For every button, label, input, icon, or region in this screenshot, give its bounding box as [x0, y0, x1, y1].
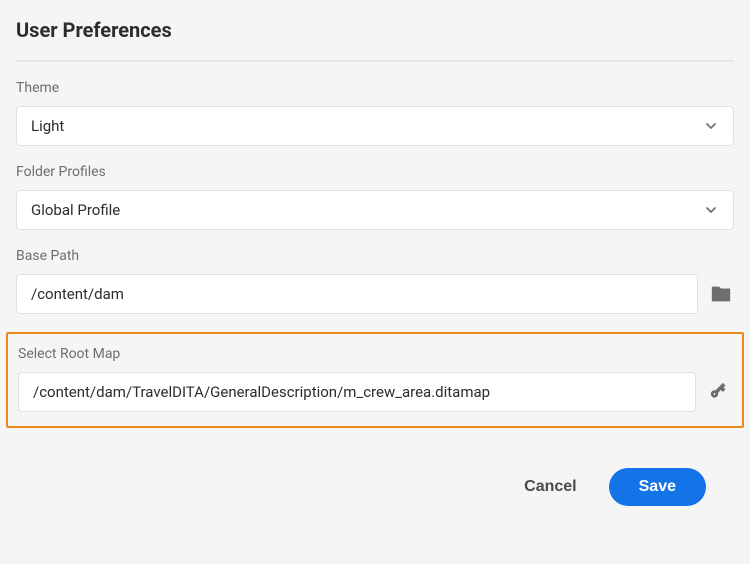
browse-folder-button[interactable]	[708, 281, 734, 307]
cancel-button[interactable]: Cancel	[520, 470, 580, 504]
save-button[interactable]: Save	[609, 468, 706, 506]
root-map-input[interactable]: /content/dam/TravelDITA/GeneralDescripti…	[18, 372, 696, 412]
select-key-button[interactable]	[706, 379, 732, 405]
chevron-down-icon	[703, 202, 719, 218]
folder-profiles-value: Global Profile	[31, 201, 120, 219]
root-map-value: /content/dam/TravelDITA/GeneralDescripti…	[33, 383, 490, 401]
dialog-footer: Cancel Save	[16, 446, 734, 516]
theme-value: Light	[31, 117, 64, 135]
key-icon	[708, 381, 730, 403]
base-path-value: /content/dam	[31, 285, 124, 303]
folder-profiles-label: Folder Profiles	[16, 164, 734, 180]
base-path-input[interactable]: /content/dam	[16, 274, 698, 314]
base-path-label: Base Path	[16, 248, 734, 264]
user-preferences-panel: User Preferences Theme Light Folder Prof…	[0, 0, 750, 532]
root-map-highlight: Select Root Map /content/dam/TravelDITA/…	[6, 332, 744, 428]
divider	[16, 60, 734, 62]
chevron-down-icon	[703, 118, 719, 134]
folder-profiles-select[interactable]: Global Profile	[16, 190, 734, 230]
theme-select[interactable]: Light	[16, 106, 734, 146]
page-title: User Preferences	[16, 18, 734, 42]
theme-label: Theme	[16, 80, 734, 96]
folder-icon	[710, 283, 732, 305]
root-map-label: Select Root Map	[18, 346, 732, 362]
